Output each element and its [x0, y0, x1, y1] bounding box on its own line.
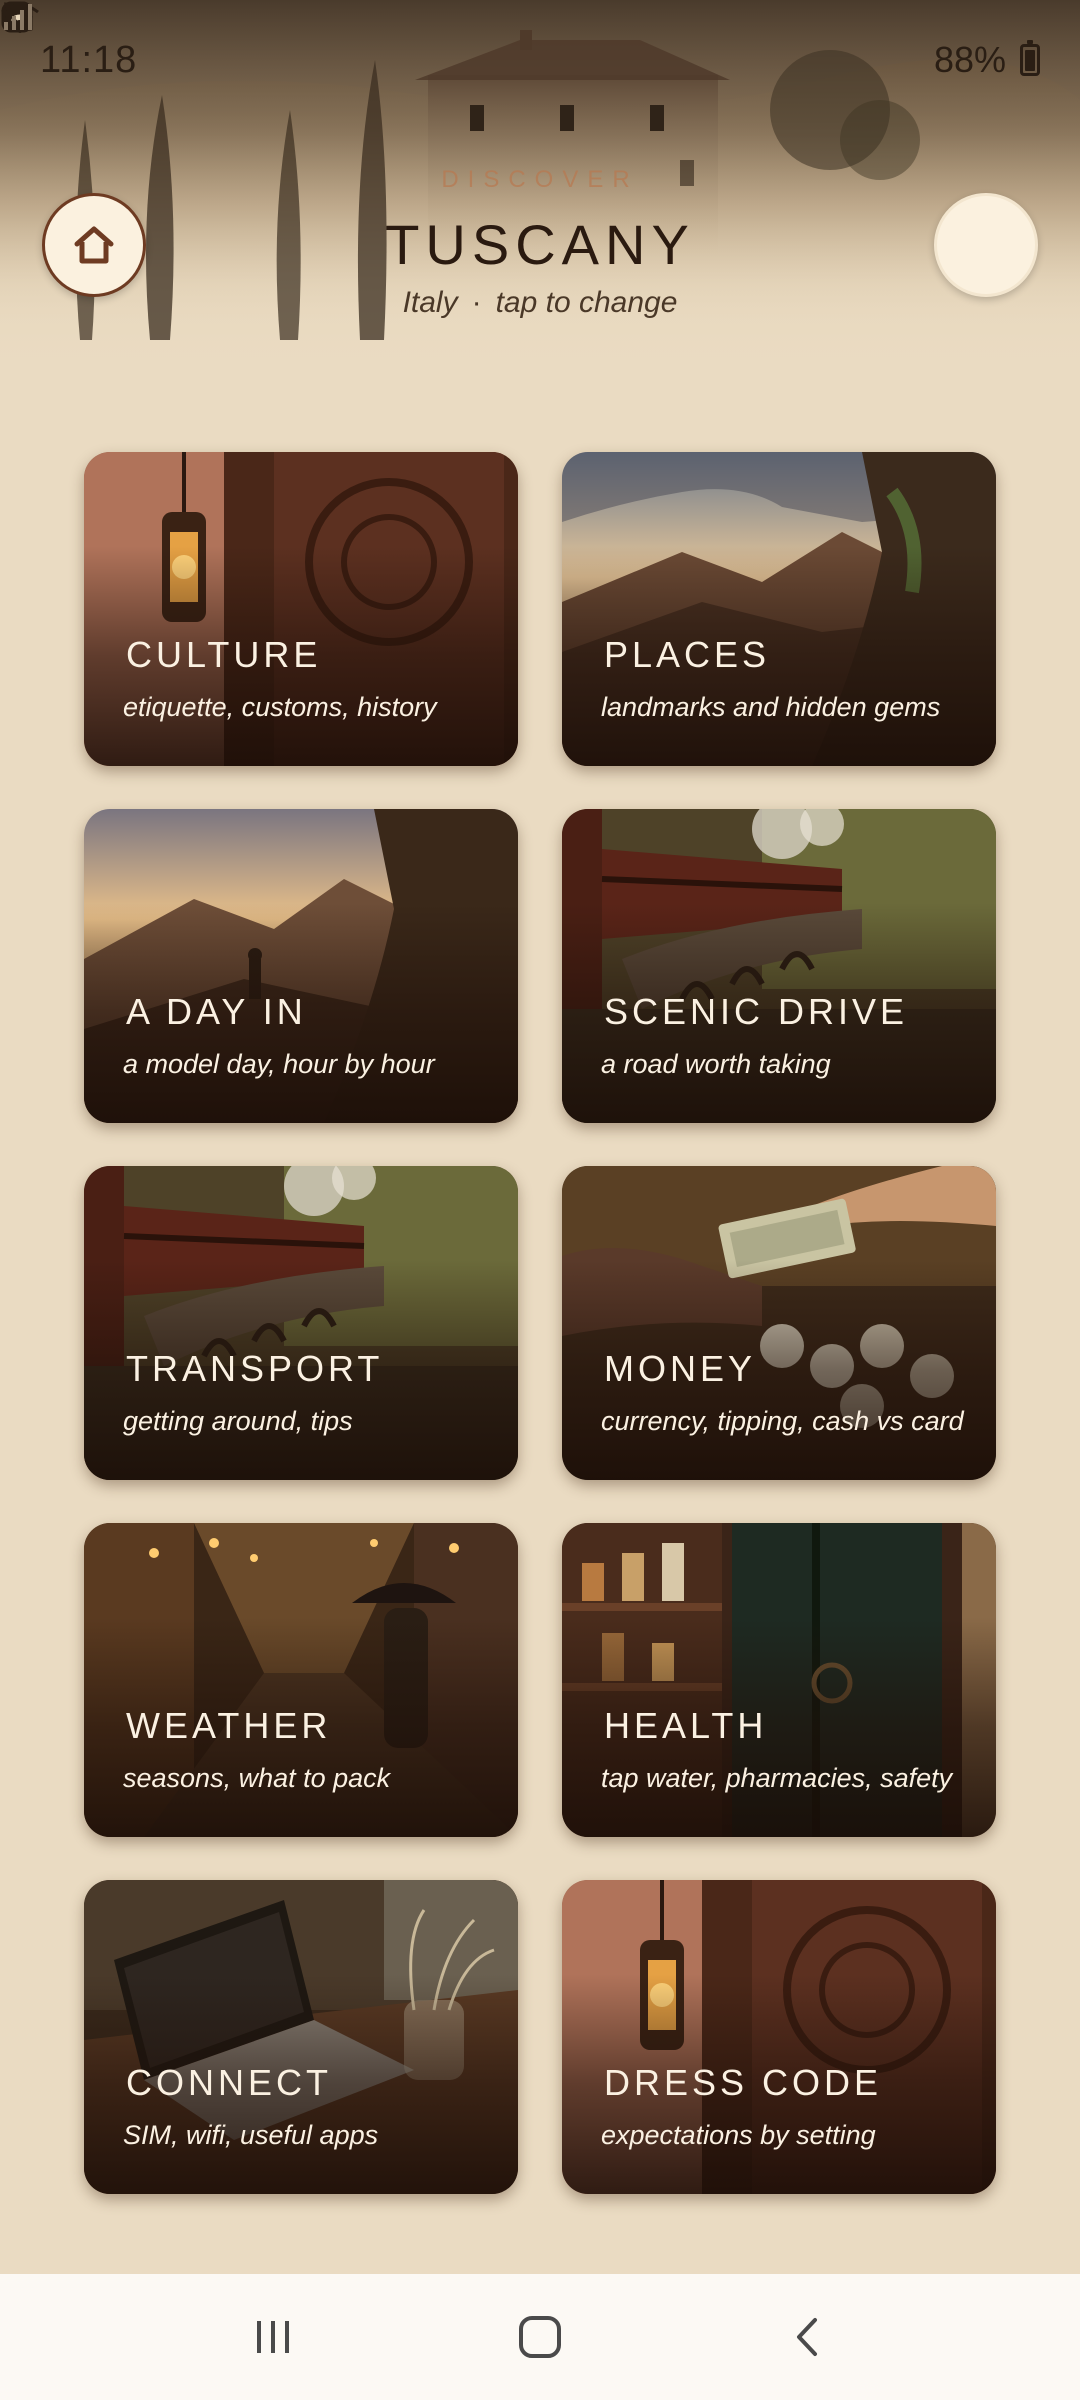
card-title: A DAY IN	[126, 991, 307, 1032]
back-icon	[796, 2318, 817, 2356]
card-subtitle: expectations by setting	[601, 2120, 876, 2150]
home-nav-icon	[518, 2316, 561, 2358]
profile-button[interactable]	[934, 193, 1038, 297]
card-places[interactable]: PLACES landmarks and hidden gems	[562, 452, 996, 766]
destination-subtitle[interactable]: Italy · tap to change	[0, 286, 1080, 320]
card-culture[interactable]: CULTURE etiquette, customs, history	[84, 452, 518, 766]
card-subtitle: a model day, hour by hour	[123, 1049, 435, 1079]
card-subtitle: etiquette, customs, history	[123, 692, 437, 722]
card-title: WEATHER	[126, 1705, 332, 1746]
recent-apps-button[interactable]	[233, 2307, 313, 2367]
card-scenic-drive[interactable]: SCENIC DRIVE a road worth taking	[562, 809, 996, 1123]
change-hint: tap to change	[495, 286, 678, 319]
battery-percent: 88%	[933, 39, 1006, 80]
battery-icon	[1020, 40, 1040, 76]
card-subtitle: landmarks and hidden gems	[601, 692, 941, 722]
card-money[interactable]: MONEY currency, tipping, cash vs card	[562, 1166, 996, 1480]
home-nav-button[interactable]	[500, 2307, 580, 2367]
card-connect[interactable]: CONNECT SIM, wifi, useful apps	[84, 1880, 518, 2194]
discover-kicker: DISCOVER	[441, 166, 639, 193]
card-title: DRESS CODE	[604, 2062, 883, 2103]
recent-apps-icon	[257, 2321, 290, 2353]
card-title: HEALTH	[604, 1705, 768, 1746]
destination-title[interactable]: TUSCANY	[0, 212, 1080, 277]
card-transport[interactable]: TRANSPORT getting around, tips	[84, 1166, 518, 1480]
card-subtitle: getting around, tips	[123, 1406, 353, 1436]
card-title: CONNECT	[126, 2062, 332, 2103]
home-icon	[74, 226, 114, 264]
card-subtitle: SIM, wifi, useful apps	[123, 2120, 379, 2150]
card-title: TRANSPORT	[126, 1348, 384, 1389]
home-button[interactable]	[42, 193, 146, 297]
category-grid: CULTURE etiquette, customs, history PLAC…	[84, 452, 996, 2194]
card-weather[interactable]: WEATHER seasons, what to pack	[84, 1523, 518, 1837]
status-time: 11:18	[40, 38, 138, 81]
back-button[interactable]	[767, 2307, 847, 2367]
card-a-day-in[interactable]: A DAY IN a model day, hour by hour	[84, 809, 518, 1123]
card-title: CULTURE	[126, 634, 322, 675]
card-dress-code[interactable]: DRESS CODE expectations by setting	[562, 1880, 996, 2194]
card-subtitle: tap water, pharmacies, safety	[601, 1763, 953, 1793]
status-bar: 11:18 88%	[0, 0, 1080, 120]
system-nav-bar	[0, 2274, 1080, 2400]
card-subtitle: a road worth taking	[601, 1049, 831, 1079]
card-title: PLACES	[604, 634, 771, 675]
card-title: MONEY	[604, 1348, 757, 1389]
card-subtitle: currency, tipping, cash vs card	[601, 1406, 964, 1436]
hero-banner: 11:18 88% DISCOVER TUSCANY Italy · tap t…	[0, 0, 1080, 380]
signal-icon	[4, 4, 32, 30]
card-title: SCENIC DRIVE	[604, 991, 909, 1032]
country-label: Italy	[402, 286, 458, 319]
card-subtitle: seasons, what to pack	[123, 1763, 391, 1793]
card-health[interactable]: HEALTH tap water, pharmacies, safety	[562, 1523, 996, 1837]
separator-dot: ·	[471, 286, 482, 319]
